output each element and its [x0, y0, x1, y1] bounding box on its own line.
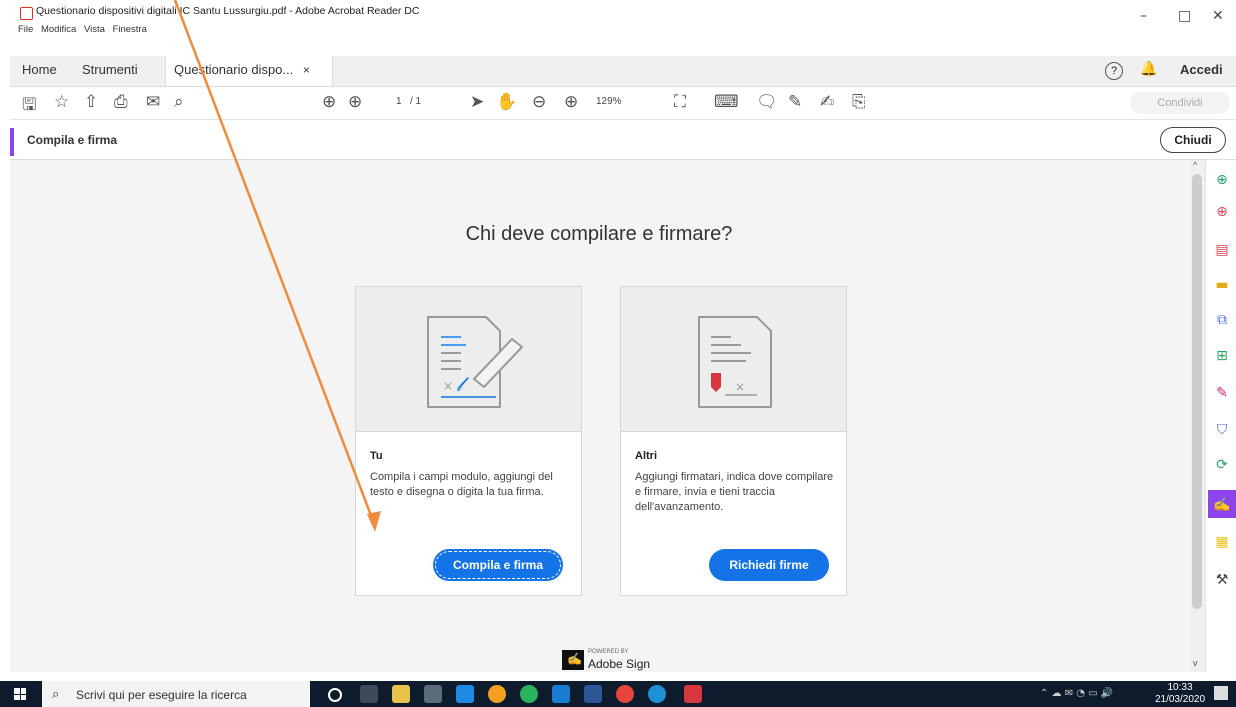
word-icon[interactable] [584, 685, 602, 703]
taskbar-search-box[interactable]: ⌕ Scrivi qui per eseguire la ricerca [42, 681, 310, 707]
chromium-icon[interactable] [520, 685, 538, 703]
file-explorer-icon[interactable] [392, 685, 410, 703]
skype-icon[interactable] [648, 685, 666, 703]
edge-icon[interactable] [456, 685, 474, 703]
clock-time[interactable]: 10:33 [1160, 682, 1200, 693]
system-tray-icons[interactable]: ⌃ ☁ ✉ ◔ ▭ 🔊 [1040, 688, 1113, 699]
windows-start-icon[interactable] [14, 688, 26, 700]
cortana-icon[interactable] [328, 688, 342, 702]
clock-date[interactable]: 21/03/2020 [1150, 694, 1210, 705]
chrome-icon[interactable] [616, 685, 634, 703]
task-view-icon[interactable] [360, 685, 378, 703]
calculator-icon[interactable] [424, 685, 442, 703]
search-icon: ⌕ [52, 686, 60, 701]
chrome-canary-icon[interactable] [488, 685, 506, 703]
notifications-icon[interactable] [1214, 686, 1228, 700]
taskbar-search-placeholder: Scrivi qui per eseguire la ricerca [76, 688, 247, 702]
mail-icon[interactable] [552, 685, 570, 703]
acrobat-taskbar-icon[interactable] [684, 685, 702, 703]
annotation-arrow [173, 0, 381, 532]
windows-taskbar: ⌕ Scrivi qui per eseguire la ricerca ⌃ ☁… [0, 681, 1236, 707]
